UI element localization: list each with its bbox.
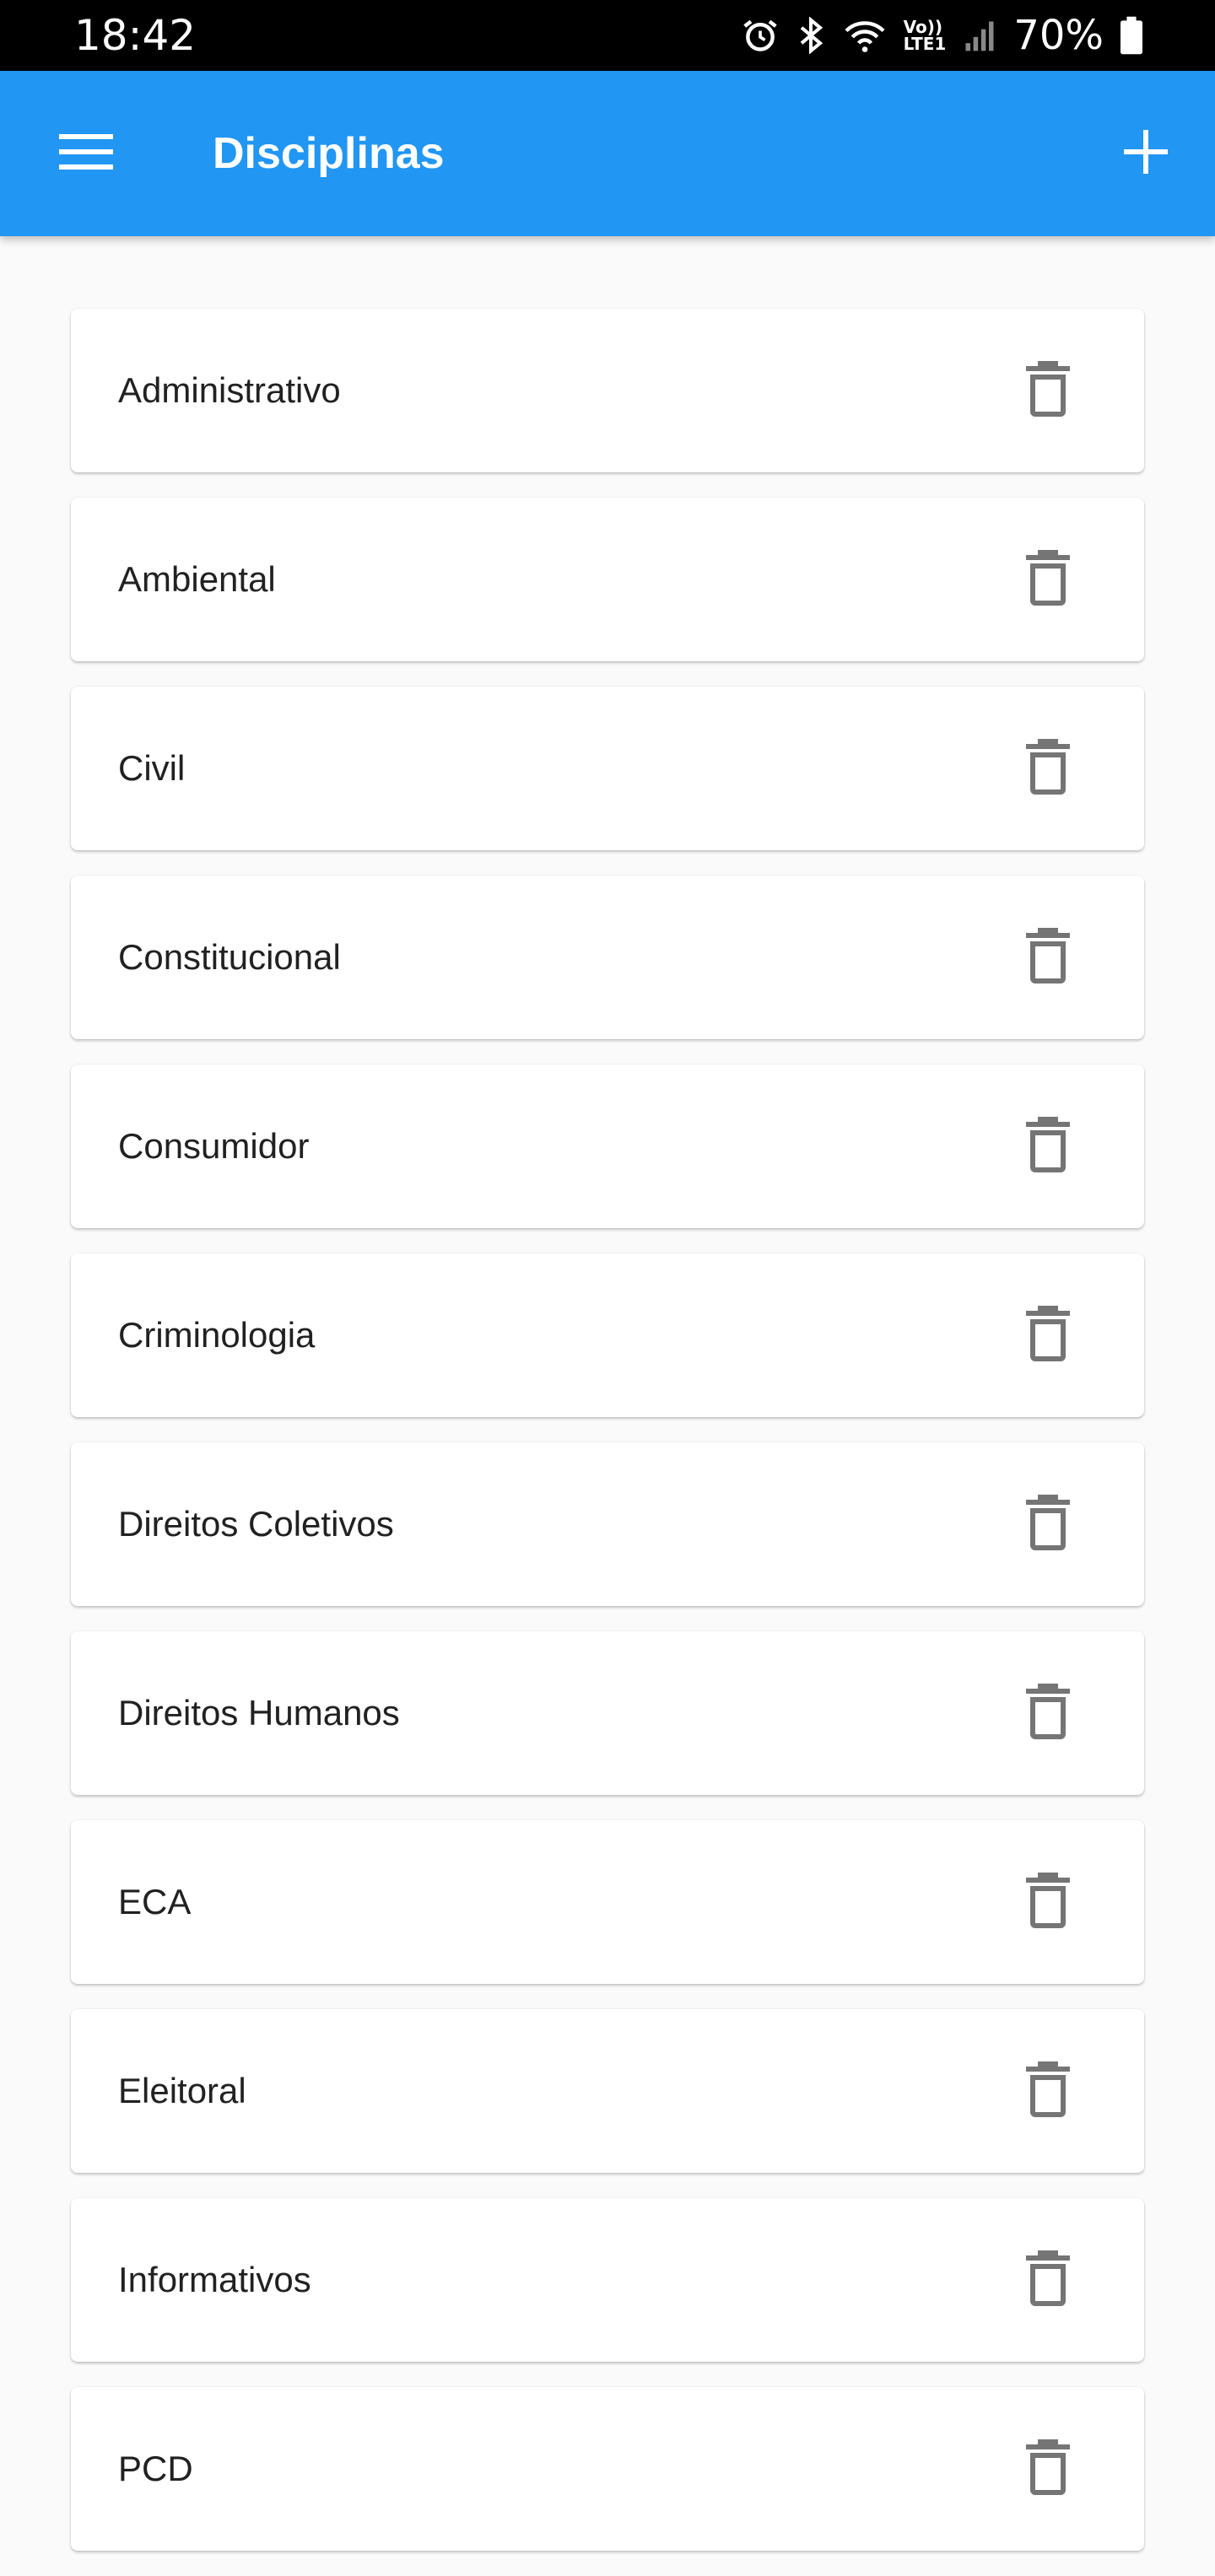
page-title: Disciplinas	[213, 129, 445, 178]
trash-icon	[1026, 2061, 1070, 2121]
signal-icon	[963, 17, 996, 54]
trash-icon	[1026, 1494, 1070, 1555]
discipline-label: Informativos	[118, 2260, 311, 2299]
delete-button[interactable]	[1006, 2049, 1090, 2133]
list-item[interactable]: Eleitoral	[71, 2009, 1144, 2173]
list-item[interactable]: Direitos Humanos	[71, 1631, 1144, 1795]
discipline-label: Civil	[118, 748, 186, 788]
menu-button[interactable]	[42, 110, 130, 197]
alarm-icon	[742, 17, 779, 54]
discipline-label: ECA	[118, 1882, 192, 1921]
list-item[interactable]: Consumidor	[71, 1064, 1144, 1228]
discipline-label: Direitos Humanos	[118, 1693, 400, 1733]
discipline-label: Direitos Coletivos	[118, 1504, 394, 1544]
plus-icon	[1124, 129, 1168, 178]
volte-lte-icon: Vo)) LTE1	[903, 17, 947, 54]
app-bar: Disciplinas	[0, 71, 1215, 236]
list-item[interactable]: Civil	[71, 687, 1144, 850]
trash-icon	[1026, 1683, 1070, 1743]
delete-button[interactable]	[1006, 726, 1090, 811]
trash-icon	[1026, 1305, 1070, 1366]
discipline-list: Administrativo Ambiental Civil Constituc…	[71, 309, 1144, 2576]
list-item[interactable]: Constitucional	[71, 876, 1144, 1039]
menu-icon	[59, 132, 113, 175]
delete-button[interactable]	[1006, 1482, 1090, 1566]
discipline-label: Constitucional	[118, 937, 341, 977]
delete-button[interactable]	[1006, 348, 1090, 433]
wifi-icon	[843, 17, 887, 54]
trash-icon	[1026, 927, 1070, 988]
discipline-label: Consumidor	[118, 1126, 310, 1166]
trash-icon	[1026, 1116, 1070, 1177]
battery-icon	[1120, 16, 1142, 55]
delete-button[interactable]	[1006, 1104, 1090, 1188]
list-item[interactable]: Direitos Coletivos	[71, 1442, 1144, 1606]
status-bar: 18:42 Vo)) LTE1 70%	[0, 0, 1215, 71]
delete-button[interactable]	[1006, 1293, 1090, 1377]
discipline-label: Administrativo	[118, 370, 341, 410]
trash-icon	[1026, 1872, 1070, 1932]
delete-button[interactable]	[1006, 2427, 1090, 2511]
delete-button[interactable]	[1006, 537, 1090, 622]
trash-icon	[1026, 2250, 1070, 2310]
delete-button[interactable]	[1006, 2238, 1090, 2322]
list-item[interactable]: ECA	[71, 1820, 1144, 1984]
list-item[interactable]: Administrativo	[71, 309, 1144, 472]
status-icons: Vo)) LTE1 70%	[742, 8, 1142, 62]
discipline-label: Ambiental	[118, 559, 276, 599]
trash-icon	[1026, 360, 1070, 421]
delete-button[interactable]	[1006, 1671, 1090, 1755]
status-time: 18:42	[74, 11, 197, 60]
delete-button[interactable]	[1006, 1860, 1090, 1944]
list-item[interactable]: PCD	[71, 2387, 1144, 2551]
bluetooth-icon	[796, 17, 826, 54]
trash-icon	[1026, 2439, 1070, 2499]
discipline-label: Criminologia	[118, 1315, 316, 1355]
trash-icon	[1026, 549, 1070, 610]
discipline-label: Eleitoral	[118, 2071, 246, 2110]
discipline-label: PCD	[118, 2449, 193, 2488]
battery-level: 70%	[1013, 12, 1104, 59]
list-item[interactable]: Ambiental	[71, 498, 1144, 661]
delete-button[interactable]	[1006, 915, 1090, 1000]
list-item[interactable]: Informativos	[71, 2198, 1144, 2362]
list-item[interactable]: Criminologia	[71, 1253, 1144, 1417]
add-discipline-button[interactable]	[1102, 110, 1190, 197]
trash-icon	[1026, 738, 1070, 799]
